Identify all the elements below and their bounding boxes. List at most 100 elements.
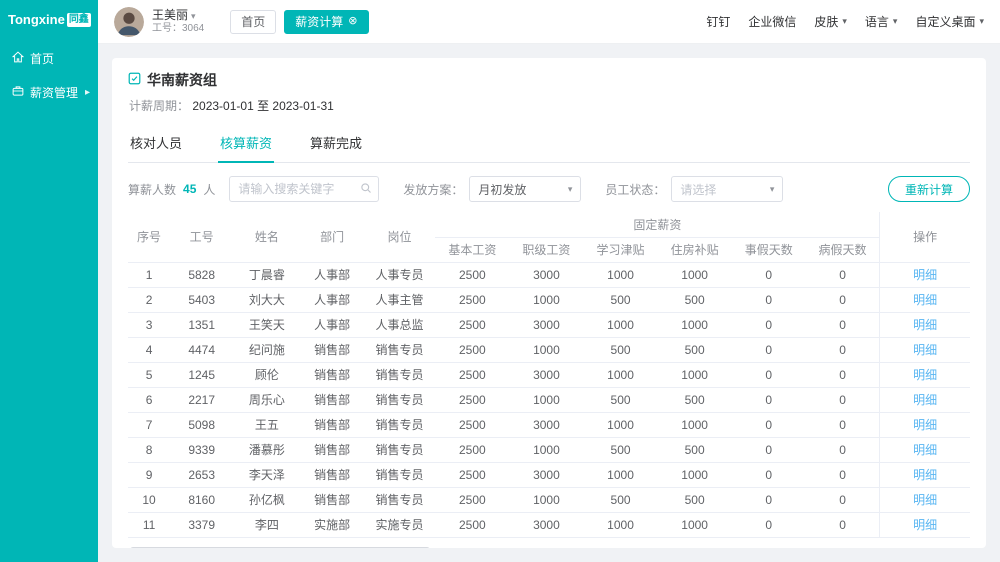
tab-verify-personnel[interactable]: 核对人员 — [128, 124, 184, 163]
table-cell: 3000 — [509, 262, 583, 287]
avatar[interactable] — [114, 7, 144, 37]
topbar-menu-item[interactable]: 钉钉 — [706, 13, 730, 30]
detail-link[interactable]: 明细 — [913, 468, 937, 482]
table-cell: 1351 — [170, 312, 233, 337]
table-cell: 8 — [128, 437, 170, 462]
detail-link[interactable]: 明细 — [913, 443, 937, 457]
table-cell: 2500 — [435, 387, 509, 412]
detail-link[interactable]: 明细 — [913, 393, 937, 407]
plan-select[interactable]: 月初发放 ▾ — [469, 176, 581, 202]
table-cell: 销售部 — [301, 337, 364, 362]
chevron-down-icon: ▾ — [893, 16, 898, 27]
detail-link[interactable]: 明细 — [913, 343, 937, 357]
table-cell-actions: 明细 — [880, 387, 970, 412]
table-cell: 0 — [806, 287, 880, 312]
detail-link[interactable]: 明细 — [913, 268, 937, 282]
detail-link[interactable]: 明细 — [913, 518, 937, 532]
table-cell: 0 — [732, 487, 806, 512]
table-cell: 0 — [732, 462, 806, 487]
table-cell: 0 — [732, 362, 806, 387]
brand-name: Tongxine — [8, 12, 65, 27]
headcount-value: 45 — [183, 182, 196, 196]
table-cell: 3379 — [170, 512, 233, 537]
table-cell: 5098 — [170, 412, 233, 437]
table-cell-actions: 明细 — [880, 337, 970, 362]
salary-table: 序号 工号 姓名 部门 岗位 固定薪资 操作 基本工资 职级工资 学习津贴 住房… — [128, 212, 970, 538]
status-select[interactable]: 请选择 ▾ — [671, 176, 783, 202]
table-cell: 0 — [732, 387, 806, 412]
sidebar-item-home[interactable]: 首页 — [0, 41, 98, 75]
column-header: 部门 — [301, 212, 364, 262]
detail-link[interactable]: 明细 — [913, 493, 937, 507]
main-area: 王美丽 ▾ 工号：3064 首页 薪资计算 ⊗ 钉钉 企业微信 皮肤▾ 语言▾ 自定义桌… — [98, 0, 1000, 562]
table-cell: 1000 — [509, 337, 583, 362]
detail-link[interactable]: 明细 — [913, 418, 937, 432]
detail-link[interactable]: 明细 — [913, 318, 937, 332]
topbar-menu-item[interactable]: 企业微信 — [748, 13, 796, 30]
topbar-menu-item[interactable]: 语言▾ — [865, 13, 898, 30]
sidebar-item-salary-management[interactable]: 薪资管理 ▸ — [0, 75, 98, 109]
table-cell: 500 — [658, 337, 732, 362]
table-row: 62217周乐心销售部销售专员2500100050050000明细 — [128, 387, 970, 412]
table-cell: 刘大大 — [233, 287, 300, 312]
user-menu[interactable]: 王美丽 ▾ — [152, 9, 204, 23]
nav-tab-home[interactable]: 首页 — [230, 10, 276, 34]
detail-link[interactable]: 明细 — [913, 293, 937, 307]
table-cell: 人事部 — [301, 312, 364, 337]
nav-tab-label: 薪资计算 — [295, 13, 343, 30]
recalculate-button[interactable]: 重新计算 — [888, 176, 970, 202]
table-cell: 孙亿枫 — [233, 487, 300, 512]
table-row: 15828丁晨睿人事部人事专员250030001000100000明细 — [128, 262, 970, 287]
topbar-menu-label: 自定义桌面 — [915, 13, 975, 30]
topbar-menu-item[interactable]: 皮肤▾ — [814, 13, 847, 30]
column-header: 姓名 — [233, 212, 300, 262]
table-cell: 周乐心 — [233, 387, 300, 412]
table-cell: 0 — [732, 437, 806, 462]
table-cell: 4 — [128, 337, 170, 362]
topbar-menu-label: 企业微信 — [748, 13, 796, 30]
table-cell: 0 — [732, 512, 806, 537]
chevron-down-icon: ▾ — [770, 184, 775, 195]
tab-salary-complete[interactable]: 算薪完成 — [308, 124, 364, 163]
close-icon[interactable]: ⊗ — [348, 16, 357, 27]
table-cell: 销售部 — [301, 387, 364, 412]
pay-period: 计薪周期： 2023-01-01 至 2023-01-31 — [129, 97, 970, 114]
topbar: 王美丽 ▾ 工号：3064 首页 薪资计算 ⊗ 钉钉 企业微信 皮肤▾ 语言▾ 自定义桌… — [98, 0, 1000, 44]
tab-calculate-salary[interactable]: 核算薪资 — [218, 124, 274, 163]
table-cell: 潘慕彤 — [233, 437, 300, 462]
table-cell: 0 — [732, 312, 806, 337]
table-body: 15828丁晨睿人事部人事专员250030001000100000明细25403… — [128, 262, 970, 537]
table-cell: 人事专员 — [364, 262, 436, 287]
page-title: 华南薪资组 — [147, 70, 217, 90]
table-cell: 6 — [128, 387, 170, 412]
table-cell: 2500 — [435, 287, 509, 312]
table-cell: 2500 — [435, 512, 509, 537]
table-row: 92653李天泽销售部销售专员250030001000100000明细 — [128, 462, 970, 487]
table-cell: 0 — [732, 412, 806, 437]
table-cell: 1000 — [583, 312, 657, 337]
detail-link[interactable]: 明细 — [913, 368, 937, 382]
table-cell: 人事主管 — [364, 287, 436, 312]
table-cell: 纪问施 — [233, 337, 300, 362]
column-header: 岗位 — [364, 212, 436, 262]
table-cell: 0 — [806, 337, 880, 362]
table-cell: 8160 — [170, 487, 233, 512]
table-cell: 1000 — [658, 262, 732, 287]
table-cell: 0 — [806, 312, 880, 337]
table-cell: 2653 — [170, 462, 233, 487]
table-cell: 0 — [806, 437, 880, 462]
open-page-tabs: 首页 薪资计算 ⊗ — [230, 10, 368, 34]
horizontal-scrollbar-thumb[interactable] — [130, 547, 430, 549]
table-cell: 实施部 — [301, 512, 364, 537]
column-header: 基本工资 — [435, 237, 509, 262]
nav-tab-salary-calculation[interactable]: 薪资计算 ⊗ — [284, 10, 368, 34]
topbar-menu-item[interactable]: 自定义桌面 ▾ — [915, 13, 984, 30]
table-row: 44474纪问施销售部销售专员2500100050050000明细 — [128, 337, 970, 362]
table-row: 31351王笑天人事部人事总监250030001000100000明细 — [128, 312, 970, 337]
search-input[interactable] — [229, 176, 379, 202]
status-label: 员工状态： — [605, 181, 665, 198]
chevron-down-icon: ▾ — [979, 16, 984, 27]
column-header: 序号 — [128, 212, 170, 262]
user-id: 工号：3064 — [152, 23, 204, 35]
table-cell: 2500 — [435, 337, 509, 362]
